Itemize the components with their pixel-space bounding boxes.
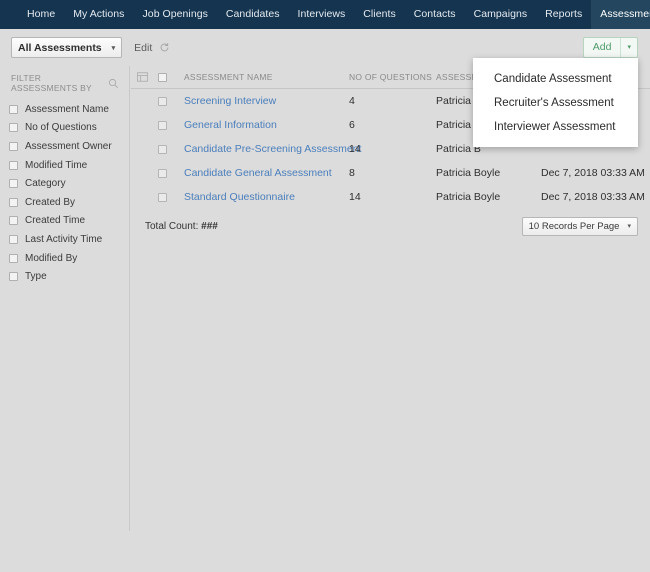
hamburger-icon[interactable] <box>8 8 10 22</box>
filter-sidebar: FILTER ASSESSMENTS BY Assessment Name No … <box>0 66 130 531</box>
assessment-name-link[interactable]: General Information <box>184 119 277 131</box>
filter-checkbox[interactable] <box>9 161 18 170</box>
nav-item-candidates[interactable]: Candidates <box>217 0 289 29</box>
view-selector-label: All Assessments <box>18 42 102 54</box>
filter-checkbox[interactable] <box>9 123 18 132</box>
grid-layout-icon[interactable] <box>137 72 148 82</box>
filter-item-last-activity-time[interactable]: Last Activity Time <box>0 230 129 249</box>
filter-item-assessment-name[interactable]: Assessment Name <box>0 100 129 119</box>
filter-item-label: Modified By <box>25 253 77 264</box>
row-checkbox[interactable] <box>158 97 167 106</box>
no-of-questions-value: 14 <box>349 191 361 203</box>
column-header-no-of-questions[interactable]: NO OF QUESTIONS <box>349 72 432 82</box>
filter-checkbox[interactable] <box>9 105 18 114</box>
row-checkbox[interactable] <box>158 193 167 202</box>
filter-checkbox[interactable] <box>9 198 18 207</box>
no-of-questions-value: 8 <box>349 167 355 179</box>
add-dropdown-menu: Candidate AssessmentRecruiter's Assessme… <box>473 58 638 147</box>
total-count-label: Total Count: <box>145 221 198 232</box>
row-checkbox[interactable] <box>158 145 167 154</box>
table-row[interactable]: Candidate General Assessment 8 Patricia Bo… <box>131 161 650 185</box>
filter-item-label: Type <box>25 271 47 282</box>
search-icon[interactable] <box>108 78 119 89</box>
row-checkbox[interactable] <box>158 121 167 130</box>
filter-item-label: Created Time <box>25 215 85 226</box>
filter-item-assessment-owner[interactable]: Assessment Owner <box>0 137 129 156</box>
nav-item-interviews[interactable]: Interviews <box>289 0 355 29</box>
filter-item-modified-by[interactable]: Modified By <box>0 249 129 268</box>
table-row[interactable]: Standard Questionnaire 14 Patricia Boyle De… <box>131 185 650 209</box>
filter-item-label: Created By <box>25 197 75 208</box>
row-checkbox[interactable] <box>158 169 167 178</box>
total-count-value: ### <box>201 221 218 232</box>
records-per-page-label: 10 Records Per Page <box>529 221 620 232</box>
assessment-owner-value: Patricia Boyle <box>436 167 500 179</box>
filter-checkbox[interactable] <box>9 216 18 225</box>
nav-item-my-actions[interactable]: My Actions <box>64 0 133 29</box>
refresh-icon[interactable] <box>159 42 170 53</box>
add-menu-item-interviewer-assessment[interactable]: Interviewer Assessment <box>473 115 638 139</box>
filter-checkbox[interactable] <box>9 179 18 188</box>
filter-checkbox[interactable] <box>9 254 18 263</box>
add-menu-item-candidate-assessment[interactable]: Candidate Assessment <box>473 67 638 91</box>
chevron-down-icon: ▾ <box>619 222 631 230</box>
filter-item-label: No of Questions <box>25 122 97 133</box>
table-footer: Total Count: ### 10 Records Per Page ▾ <box>131 209 650 243</box>
select-all-checkbox[interactable] <box>158 73 167 82</box>
modified-time-value: Dec 7, 2018 03:33 AM <box>541 167 645 179</box>
assessment-name-link[interactable]: Standard Questionnaire <box>184 191 295 203</box>
nav-item-campaigns[interactable]: Campaigns <box>465 0 537 29</box>
no-of-questions-value: 14 <box>349 143 361 155</box>
filter-item-type[interactable]: Type <box>0 267 129 286</box>
nav-item-clients[interactable]: Clients <box>354 0 404 29</box>
filter-checkbox[interactable] <box>9 272 18 281</box>
nav-item-contacts[interactable]: Contacts <box>405 0 465 29</box>
filter-item-category[interactable]: Category <box>0 174 129 193</box>
records-per-page-dropdown[interactable]: 10 Records Per Page ▾ <box>522 217 638 236</box>
filter-item-label: Modified Time <box>25 160 87 171</box>
assessment-name-link[interactable]: Screening Interview <box>184 95 276 107</box>
filter-sidebar-header: FILTER ASSESSMENTS BY <box>0 74 129 92</box>
filter-item-created-time[interactable]: Created Time <box>0 212 129 231</box>
filter-item-no-of-questions[interactable]: No of Questions <box>0 119 129 138</box>
assessment-name-link[interactable]: Candidate Pre-Screening Assessment <box>184 143 361 155</box>
nav-item-job-openings[interactable]: Job Openings <box>134 0 217 29</box>
filter-list: Assessment Name No of Questions Assessment… <box>0 100 129 286</box>
assessment-name-link[interactable]: Candidate General Assessment <box>184 167 332 179</box>
filter-item-modified-time[interactable]: Modified Time <box>0 156 129 175</box>
filter-item-label: Category <box>25 178 66 189</box>
nav-item-list: HomeMy ActionsJob OpeningsCandidatesInte… <box>18 0 650 29</box>
filter-item-label: Last Activity Time <box>25 234 102 245</box>
chevron-down-icon: ▾ <box>102 44 116 52</box>
modified-time-value: Dec 7, 2018 03:33 AM <box>541 191 645 203</box>
filter-sidebar-title: FILTER ASSESSMENTS BY <box>11 73 108 93</box>
no-of-questions-value: 6 <box>349 119 355 131</box>
top-navigation-bar: HomeMy ActionsJob OpeningsCandidatesInte… <box>0 0 650 29</box>
add-button-label: Add <box>584 38 621 57</box>
assessment-owner-value: Patricia Boyle <box>436 191 500 203</box>
edit-view-link[interactable]: Edit <box>134 42 152 54</box>
filter-item-label: Assessment Owner <box>25 141 112 152</box>
filter-item-label: Assessment Name <box>25 104 109 115</box>
add-button[interactable]: Add ▾ <box>583 37 638 58</box>
chevron-down-icon: ▾ <box>621 38 637 57</box>
column-header-assessment-name[interactable]: ASSESSMENT NAME <box>184 72 273 82</box>
filter-checkbox[interactable] <box>9 142 18 151</box>
add-menu-item-recruiter-s-assessment[interactable]: Recruiter's Assessment <box>473 91 638 115</box>
filter-item-created-by[interactable]: Created By <box>0 193 129 212</box>
no-of-questions-value: 4 <box>349 95 355 107</box>
view-selector-dropdown[interactable]: All Assessments ▾ <box>11 37 122 58</box>
nav-item-reports[interactable]: Reports <box>536 0 591 29</box>
nav-item-home[interactable]: Home <box>18 0 64 29</box>
nav-item-assessments[interactable]: Assessments <box>591 0 650 29</box>
filter-checkbox[interactable] <box>9 235 18 244</box>
total-count: Total Count: ### <box>145 221 218 232</box>
